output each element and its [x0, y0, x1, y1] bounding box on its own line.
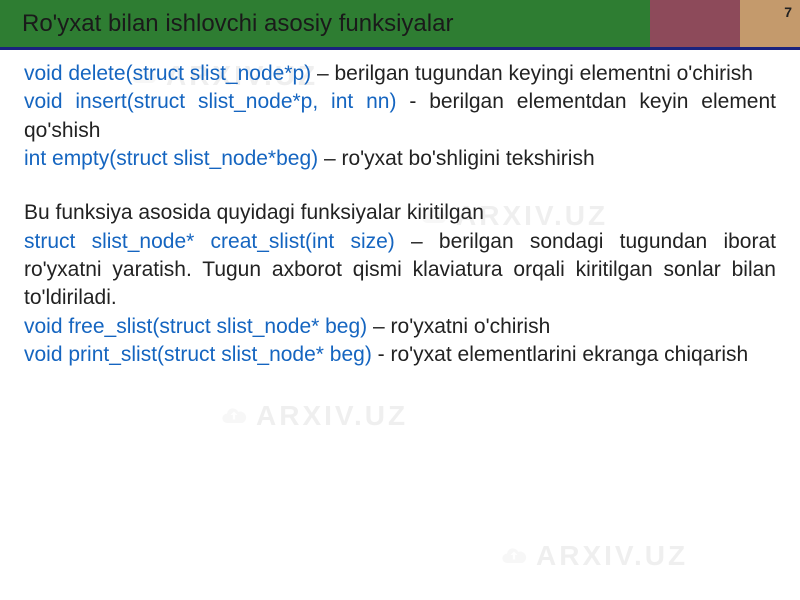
function-item: int empty(struct slist_node*beg) – ro'yx…	[24, 145, 776, 173]
page-number: 7	[740, 0, 800, 47]
content-area: void delete(struct slist_node*p) – beril…	[0, 50, 800, 369]
function-item: void print_slist(struct slist_node* beg)…	[24, 341, 776, 369]
cloud-upload-icon	[500, 542, 528, 570]
function-item: void free_slist(struct slist_node* beg) …	[24, 313, 776, 341]
function-signature: int empty(struct slist_node*beg)	[24, 147, 318, 170]
watermark: ARXIV.UZ	[500, 540, 688, 572]
function-item: struct slist_node* creat_slist(int size)…	[24, 228, 776, 313]
function-description: – ro'yxatni o'chirish	[367, 315, 550, 338]
function-signature: void print_slist(struct slist_node* beg)	[24, 343, 372, 366]
cloud-upload-icon	[220, 402, 248, 430]
header-accent-block	[650, 0, 740, 47]
watermark-text: ARXIV.UZ	[536, 540, 688, 572]
function-signature: void insert(struct slist_node*p, int nn)	[24, 90, 396, 113]
function-item: void insert(struct slist_node*p, int nn)…	[24, 88, 776, 145]
function-item: void delete(struct slist_node*p) – beril…	[24, 60, 776, 88]
page-title: Ro'yxat bilan ishlovchi asosiy funksiyal…	[0, 0, 650, 47]
function-description: – berilgan tugundan keyingi elementni o'…	[311, 62, 753, 85]
watermark: ARXIV.UZ	[220, 400, 408, 432]
function-description: - ro'yxat elementlarini ekranga chiqaris…	[372, 343, 748, 366]
section-intro: Bu funksiya asosida quyidagi funksiyalar…	[24, 199, 776, 227]
function-description: – ro'yxat bo'shligini tekshirish	[318, 147, 594, 170]
watermark-text: ARXIV.UZ	[256, 400, 408, 432]
function-signature: void delete(struct slist_node*p)	[24, 62, 311, 85]
slide-header: Ro'yxat bilan ishlovchi asosiy funksiyal…	[0, 0, 800, 50]
function-signature: struct slist_node* creat_slist(int size)	[24, 230, 395, 253]
function-signature: void free_slist(struct slist_node* beg)	[24, 315, 367, 338]
